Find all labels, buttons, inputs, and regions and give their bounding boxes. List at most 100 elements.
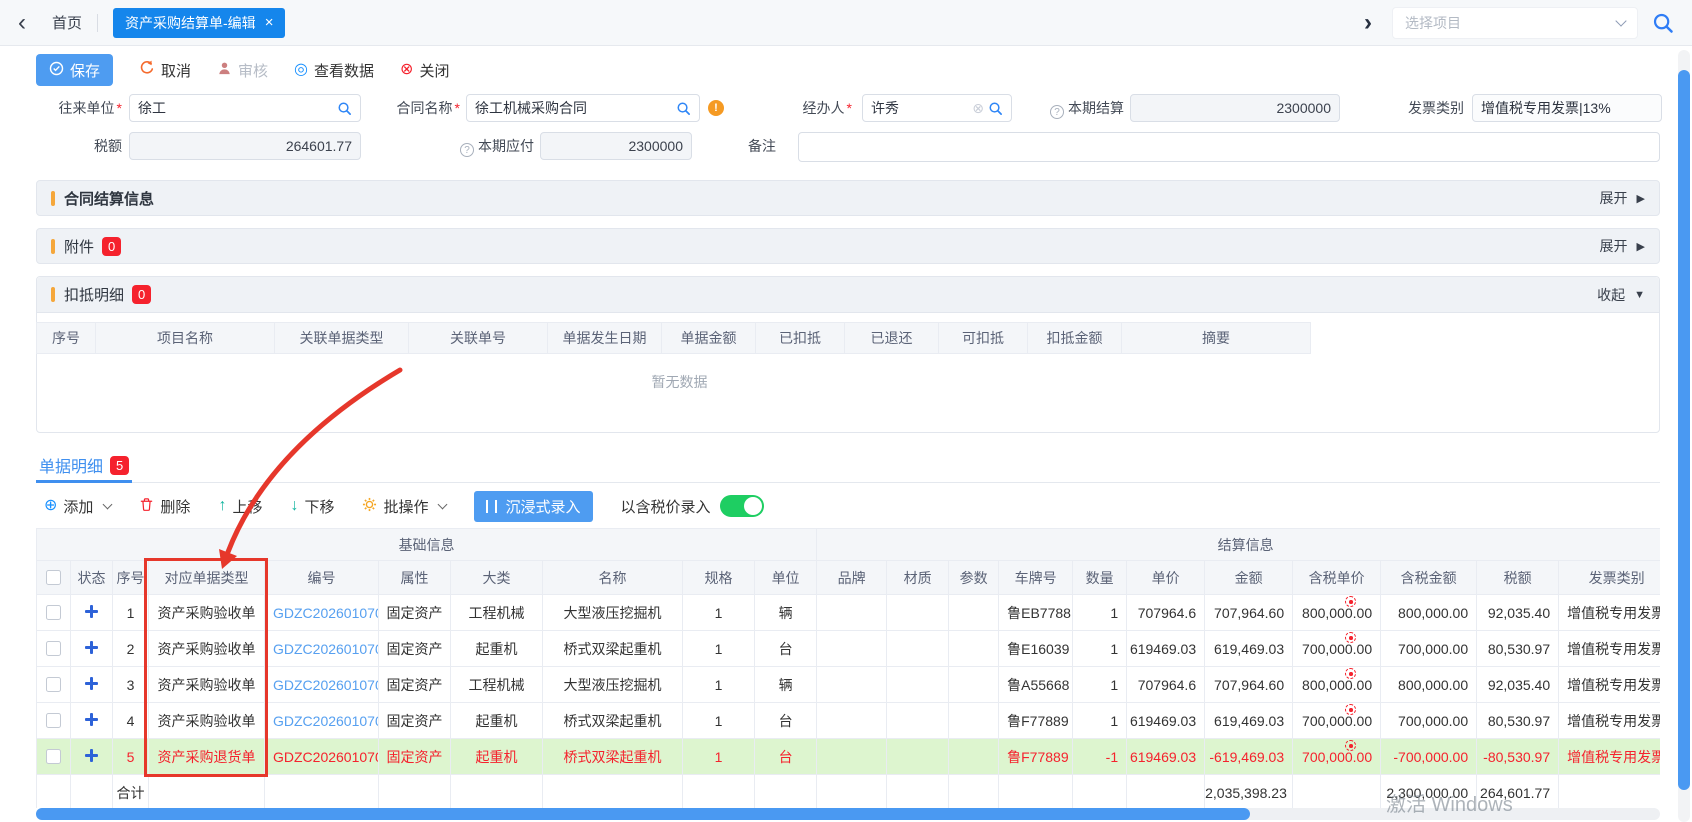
detail-table: 基础信息结算信息状态序号对应单据类型编号属性大类名称规格单位品牌材质参数车牌号数… — [36, 528, 1660, 808]
batch-operation-button[interactable]: 批操作 — [362, 496, 446, 517]
move-up-button[interactable]: ↑ 上移 — [218, 496, 262, 517]
cell-status — [71, 595, 113, 631]
deduction-header[interactable]: 扣抵明细 0 收起▼ — [37, 277, 1659, 313]
vertical-scrollbar-track — [1678, 50, 1690, 822]
tax-price-toggle[interactable] — [720, 495, 764, 517]
row-checkbox[interactable] — [46, 677, 61, 692]
clear-icon[interactable]: ⊗ — [972, 100, 984, 117]
expand-row-plus-icon[interactable] — [85, 749, 98, 762]
immersive-entry-button[interactable]: 沉浸式录入 — [474, 491, 592, 522]
tab-close-icon[interactable]: × — [265, 14, 274, 31]
cancel-button[interactable]: 取消 — [139, 60, 191, 81]
total-cell — [1293, 775, 1381, 809]
search-icon[interactable] — [337, 101, 352, 116]
cell-price: 619469.03 — [1127, 631, 1205, 667]
deduction-column-header: 已扣抵 — [755, 322, 845, 354]
close-button[interactable]: ⊗ 关闭 — [400, 60, 449, 81]
cell-code[interactable]: GDZC202601070004 — [265, 739, 379, 775]
collapse-toggle[interactable]: 收起▼ — [1597, 285, 1645, 305]
column-header: 名称 — [543, 561, 683, 595]
cell-tax_amount: -700,000.00 — [1381, 739, 1477, 775]
move-down-button[interactable]: ↓ 下移 — [290, 496, 334, 517]
expand-toggle[interactable]: 展开▶ — [1600, 236, 1645, 256]
expand-row-plus-icon[interactable] — [85, 713, 98, 726]
table-group-header-row: 基础信息结算信息 — [37, 529, 1661, 561]
vertical-scrollbar-thumb[interactable] — [1678, 70, 1690, 790]
top-tab-bar: ‹ 首页 资产采购结算单-编辑 × › 选择项目 — [0, 0, 1692, 46]
cancel-label: 取消 — [161, 60, 191, 81]
row-checkbox[interactable] — [46, 713, 61, 728]
view-data-button[interactable]: ◎ 查看数据 — [294, 60, 374, 81]
total-cell — [149, 775, 265, 809]
cell-qty: 1 — [1073, 595, 1127, 631]
search-icon[interactable] — [988, 101, 1003, 116]
column-header: 状态 — [71, 561, 113, 595]
row-checkbox[interactable] — [46, 749, 61, 764]
cell-plate: 鲁F77889 — [999, 703, 1073, 739]
expand-row-plus-icon[interactable] — [85, 605, 98, 618]
partner-input[interactable]: 徐工 — [129, 94, 361, 122]
cell-material — [887, 739, 949, 775]
cell-code[interactable]: GDZC202601070002 — [265, 631, 379, 667]
total-cell — [1073, 775, 1127, 809]
cell-code[interactable]: GDZC202601070001 — [265, 595, 379, 631]
cell-code[interactable]: GDZC202601070003 — [265, 667, 379, 703]
cell-tax: -80,530.97 — [1477, 739, 1559, 775]
total-cell — [887, 775, 949, 809]
search-icon[interactable] — [676, 101, 691, 116]
expand-row-plus-icon[interactable] — [85, 677, 98, 690]
eye-icon: ◎ — [294, 62, 308, 78]
cell-param — [949, 739, 999, 775]
total-cell — [1127, 775, 1205, 809]
question-circle-icon: ? — [1050, 105, 1064, 119]
row-checkbox[interactable] — [46, 605, 61, 620]
cell-seq: 3 — [113, 667, 149, 703]
detail-toolbar: ⊕ 添加 删除 ↑ 上移 ↓ 下移 批操作 沉浸式录入 以含税价录入 — [44, 490, 764, 522]
cell-plate: 鲁EB7788 — [999, 595, 1073, 631]
cell-material — [887, 595, 949, 631]
tab-document-detail[interactable]: 单据明细 5 — [36, 450, 132, 483]
deduction-column-header: 关联单号 — [408, 322, 548, 354]
select-all-checkbox[interactable] — [46, 570, 61, 585]
project-select[interactable]: 选择项目 — [1392, 7, 1638, 39]
triangle-right-icon: ▶ — [1637, 192, 1645, 205]
cell-invoice: 增值税专用发票|1 — [1559, 595, 1660, 631]
detail-table-viewport: 基础信息结算信息状态序号对应单据类型编号属性大类名称规格单位品牌材质参数车牌号数… — [36, 528, 1660, 808]
cell-amount: 619,469.03 — [1205, 631, 1293, 667]
deduction-column-header: 序号 — [36, 322, 96, 354]
invoice-type-input[interactable]: 增值税专用发票|13% — [1472, 94, 1662, 122]
row-checkbox[interactable] — [46, 641, 61, 656]
column-header: 序号 — [113, 561, 149, 595]
expand-toggle[interactable]: 展开▶ — [1600, 188, 1645, 208]
delete-button[interactable]: 删除 — [139, 496, 190, 517]
cell-tax_amount: 700,000.00 — [1381, 631, 1477, 667]
tab-separator — [97, 14, 98, 32]
audit-button[interactable]: 审核 — [217, 60, 268, 81]
save-button[interactable]: 保存 — [36, 54, 113, 86]
section-deduction-detail: 扣抵明细 0 收起▼ 序号项目名称关联单据类型关联单号单据发生日期单据金额已扣抵… — [36, 276, 1660, 433]
remark-input[interactable] — [798, 132, 1660, 162]
cell-code[interactable]: GDZC202601070004 — [265, 703, 379, 739]
section-attachments[interactable]: 附件 0 展开▶ — [36, 228, 1660, 264]
project-select-placeholder: 选择项目 — [1405, 13, 1461, 33]
cell-tax_price: 700,000.00 — [1293, 739, 1381, 775]
search-icon[interactable] — [1652, 12, 1674, 34]
back-chevron-icon[interactable]: ‹ — [18, 11, 26, 35]
section-contract-settlement[interactable]: 合同结算信息 展开▶ — [36, 180, 1660, 216]
horizontal-scrollbar-thumb[interactable] — [36, 808, 1250, 820]
cell-seq: 2 — [113, 631, 149, 667]
tab-home[interactable]: 首页 — [52, 12, 82, 33]
contract-input[interactable]: 徐工机械采购合同 — [466, 94, 700, 122]
handler-input[interactable]: 许秀 ⊗ — [862, 94, 1012, 122]
deduction-column-header: 关联单据类型 — [274, 322, 409, 354]
tab-asset-settlement-edit[interactable]: 资产采购结算单-编辑 × — [113, 8, 285, 38]
cell-unit: 台 — [755, 631, 817, 667]
column-header: 数量 — [1073, 561, 1127, 595]
add-button[interactable]: ⊕ 添加 — [44, 496, 111, 517]
forward-chevron-icon[interactable]: › — [1364, 11, 1372, 35]
expand-row-plus-icon[interactable] — [85, 641, 98, 654]
column-header: 材质 — [887, 561, 949, 595]
current-payable-input: 2300000 — [540, 132, 692, 160]
cell-material — [887, 703, 949, 739]
column-header: 参数 — [949, 561, 999, 595]
